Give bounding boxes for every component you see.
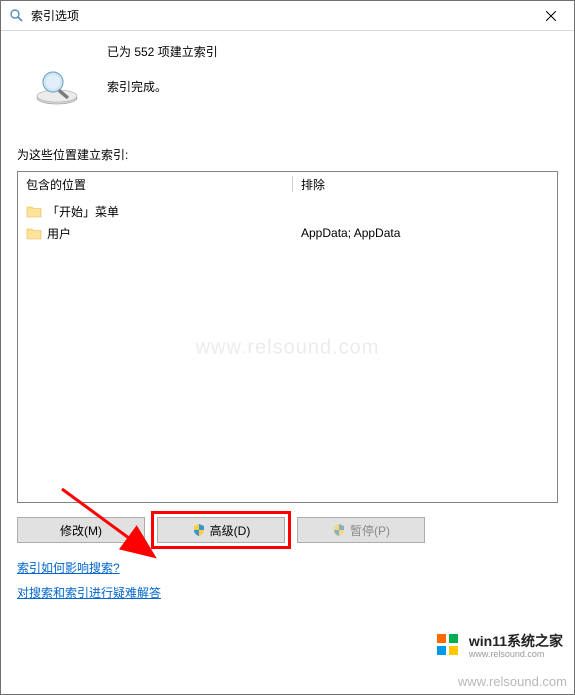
advanced-button[interactable]: 高级(D) [157, 517, 285, 543]
watermark-bottom: www.relsound.com [458, 674, 567, 689]
shield-icon [332, 523, 346, 537]
site-logo-icon [435, 632, 461, 658]
window-title: 索引选项 [31, 7, 528, 24]
status-row-1: 已为 552 项建立索引 [17, 43, 558, 60]
exclude-item-label: AppData; AppData [301, 226, 400, 240]
button-row: 修改(M) 高级(D) [17, 517, 558, 543]
help-link-search[interactable]: 索引如何影响搜索? [17, 559, 120, 576]
titlebar: 索引选项 [1, 1, 574, 31]
list-item[interactable]: 「开始」菜单 [18, 200, 293, 222]
site-logo-text: win11系统之家 [469, 631, 563, 651]
status-row-2: 索引完成。 [17, 66, 558, 106]
indexing-options-window: 索引选项 已为 552 项建立索引 索引完成。 [0, 0, 575, 695]
content-area: 已为 552 项建立索引 索引完成。 为这些位置建立索引: 包含的位置 排除 [1, 31, 574, 694]
modify-button[interactable]: 修改(M) [17, 517, 145, 543]
included-list: 「开始」菜单 用户 [18, 196, 293, 502]
close-button[interactable] [528, 1, 574, 31]
window-icon [9, 8, 25, 24]
list-item-label: 用户 [47, 225, 71, 242]
exclude-item: AppData; AppData [293, 222, 557, 244]
list-item[interactable]: 用户 [18, 222, 293, 244]
locations-section-label: 为这些位置建立索引: [17, 146, 558, 163]
folder-icon [26, 225, 42, 241]
included-column-header[interactable]: 包含的位置 [18, 172, 292, 196]
button-label: 暂停(P) [350, 522, 390, 539]
excluded-column-header[interactable]: 排除 [293, 172, 557, 196]
locations-listbox: 包含的位置 排除 「开始」菜单 [17, 171, 558, 503]
button-label: 修改(M) [60, 522, 102, 539]
site-logo-block: win11系统之家 www.relsound.com [429, 627, 569, 663]
column-headers: 包含的位置 排除 [18, 172, 557, 196]
shield-icon [192, 523, 206, 537]
pause-button: 暂停(P) [297, 517, 425, 543]
folder-icon [26, 203, 42, 219]
index-complete-text: 索引完成。 [107, 78, 167, 95]
exclude-item [293, 200, 557, 222]
list-item-label: 「开始」菜单 [47, 203, 119, 220]
help-link-troubleshoot[interactable]: 对搜索和索引进行疑难解答 [17, 584, 161, 601]
magnifier-icon [33, 66, 81, 106]
button-label: 高级(D) [210, 522, 251, 539]
list-body: 「开始」菜单 用户 App [18, 196, 557, 502]
excluded-list: AppData; AppData [293, 196, 557, 502]
indexed-count-text: 已为 552 项建立索引 [107, 43, 218, 60]
